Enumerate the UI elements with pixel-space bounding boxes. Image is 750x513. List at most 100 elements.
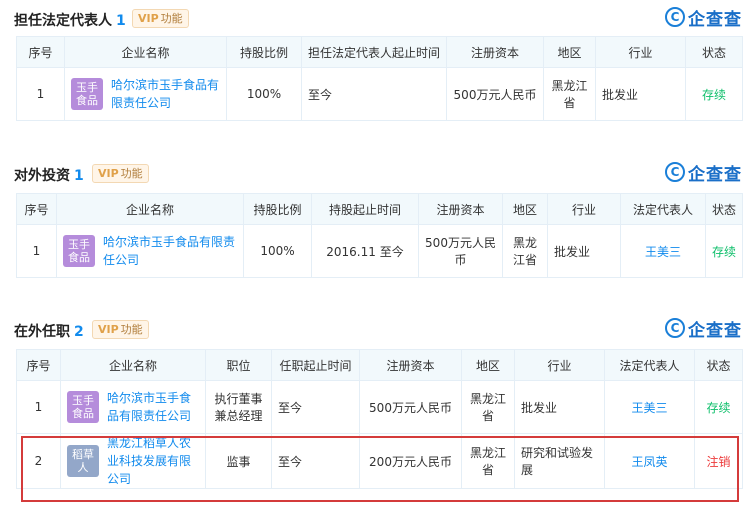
company-logo: 玉手 食品	[71, 78, 103, 110]
col-header: 持股起止时间	[311, 193, 419, 225]
table-row: 1 玉手 食品 哈尔滨市玉手食品有限责任公司 100% 2016.11 至今 50…	[16, 224, 743, 278]
section-title: 担任法定代表人 1	[14, 13, 126, 29]
company-cell: 稻草人 黑龙江稻草人农业科技发展有限公司	[60, 433, 206, 489]
col-header: 行业	[595, 36, 686, 68]
col-header: 注册资本	[359, 349, 462, 381]
brand: C 企查查	[665, 317, 742, 341]
status-badge: 存续	[685, 67, 743, 121]
col-header: 序号	[16, 193, 57, 225]
brand: C 企查查	[665, 6, 742, 30]
table-investment: 序号 企业名称 持股比例 持股起止时间 注册资本 地区 行业 法定代表人 状态 …	[16, 193, 743, 278]
section-count: 2	[74, 324, 84, 340]
status-badge: 注销	[694, 433, 743, 489]
row-number: 1	[16, 380, 61, 434]
col-header: 企业名称	[60, 349, 206, 381]
capital: 200万元人民币	[359, 433, 462, 489]
table-row: 2 稻草人 黑龙江稻草人农业科技发展有限公司 监事 至今 200万元人民币 黑龙…	[16, 433, 743, 489]
share-ratio: 100%	[226, 67, 302, 121]
industry: 研究和试验发展	[514, 433, 605, 489]
row-number: 1	[16, 67, 65, 121]
col-header: 序号	[16, 36, 65, 68]
row-number: 1	[16, 224, 57, 278]
industry: 批发业	[547, 224, 621, 278]
col-header: 状态	[685, 36, 743, 68]
col-header: 任职起止时间	[271, 349, 360, 381]
period: 至今	[271, 380, 360, 434]
col-header: 职位	[205, 349, 272, 381]
col-header: 注册资本	[446, 36, 544, 68]
col-header: 状态	[694, 349, 743, 381]
section-investment: 对外投资 1 VIP 功能 C 企查查	[0, 159, 750, 187]
vip-badge[interactable]: VIP 功能	[92, 320, 149, 339]
section-header: 担任法定代表人 1 VIP 功能 C 企查查	[0, 4, 750, 32]
company-link[interactable]: 黑龙江稻草人农业科技发展有限公司	[107, 434, 199, 488]
company-logo: 稻草人	[67, 445, 99, 477]
brand-logo-icon: C	[665, 162, 685, 182]
status-badge: 存续	[705, 224, 743, 278]
col-header: 地区	[543, 36, 596, 68]
brand-logo-icon: C	[665, 318, 685, 338]
col-header: 行业	[514, 349, 605, 381]
company-cell: 玉手 食品 哈尔滨市玉手食品有限责任公司	[60, 380, 206, 434]
region: 黑龙江省	[461, 433, 515, 489]
section-header: 对外投资 1 VIP 功能 C 企查查	[0, 159, 750, 187]
table-header-row: 序号 企业名称 职位 任职起止时间 注册资本 地区 行业 法定代表人 状态	[16, 349, 743, 381]
share-ratio: 100%	[243, 224, 312, 278]
row-number: 2	[16, 433, 61, 489]
vip-badge[interactable]: VIP 功能	[92, 164, 149, 183]
col-header: 企业名称	[56, 193, 244, 225]
brand: C 企查查	[665, 161, 742, 185]
industry: 批发业	[595, 67, 686, 121]
brand-name: 企查查	[688, 164, 742, 185]
company-logo: 玉手 食品	[63, 235, 95, 267]
col-header: 状态	[705, 193, 743, 225]
col-header: 地区	[461, 349, 515, 381]
period: 2016.11 至今	[311, 224, 419, 278]
col-header: 担任法定代表人起止时间	[301, 36, 447, 68]
company-logo: 玉手 食品	[67, 391, 99, 423]
position: 监事	[205, 433, 272, 489]
company-cell: 玉手 食品 哈尔滨市玉手食品有限责任公司	[64, 67, 227, 121]
col-header: 法定代表人	[620, 193, 706, 225]
col-header: 行业	[547, 193, 621, 225]
legal-rep-link[interactable]: 王凤英	[604, 433, 695, 489]
section-title: 在外任职 2	[14, 324, 84, 340]
col-header: 持股比例	[243, 193, 312, 225]
industry: 批发业	[514, 380, 605, 434]
region: 黑龙江省	[502, 224, 548, 278]
brand-name: 企查查	[688, 9, 742, 30]
table-header-row: 序号 企业名称 持股比例 担任法定代表人起止时间 注册资本 地区 行业 状态	[16, 36, 743, 68]
company-link[interactable]: 哈尔滨市玉手食品有限责任公司	[107, 389, 199, 425]
region: 黑龙江省	[461, 380, 515, 434]
company-link[interactable]: 哈尔滨市玉手食品有限责任公司	[111, 76, 220, 112]
table-positions: 序号 企业名称 职位 任职起止时间 注册资本 地区 行业 法定代表人 状态 1 …	[16, 349, 743, 489]
capital: 500万元人民币	[359, 380, 462, 434]
table-header-row: 序号 企业名称 持股比例 持股起止时间 注册资本 地区 行业 法定代表人 状态	[16, 193, 743, 225]
region: 黑龙江省	[543, 67, 596, 121]
table-row: 1 玉手 食品 哈尔滨市玉手食品有限责任公司 执行董事兼总经理 至今 500万元人…	[16, 380, 743, 434]
company-cell: 玉手 食品 哈尔滨市玉手食品有限责任公司	[56, 224, 244, 278]
legal-rep-link[interactable]: 王美三	[604, 380, 695, 434]
position: 执行董事兼总经理	[205, 380, 272, 434]
brand-name: 企查查	[688, 320, 742, 341]
col-header: 注册资本	[418, 193, 503, 225]
col-header: 持股比例	[226, 36, 302, 68]
col-header: 地区	[502, 193, 548, 225]
company-link[interactable]: 哈尔滨市玉手食品有限责任公司	[103, 233, 237, 269]
col-header: 序号	[16, 349, 61, 381]
legal-rep-link[interactable]: 王美三	[620, 224, 706, 278]
section-count: 1	[116, 13, 126, 29]
col-header: 法定代表人	[604, 349, 695, 381]
table-legal-rep: 序号 企业名称 持股比例 担任法定代表人起止时间 注册资本 地区 行业 状态 1…	[16, 36, 743, 121]
period: 至今	[271, 433, 360, 489]
capital: 500万元人民币	[418, 224, 503, 278]
section-count: 1	[74, 168, 84, 184]
col-header: 企业名称	[64, 36, 227, 68]
section-positions: 在外任职 2 VIP 功能 C 企查查	[0, 315, 750, 343]
table-row: 1 玉手 食品 哈尔滨市玉手食品有限责任公司 100% 至今 500万元人民币 黑…	[16, 67, 743, 121]
vip-badge[interactable]: VIP 功能	[132, 9, 189, 28]
status-badge: 存续	[694, 380, 743, 434]
brand-logo-icon: C	[665, 7, 685, 27]
period: 至今	[301, 67, 447, 121]
section-title: 对外投资 1	[14, 168, 84, 184]
